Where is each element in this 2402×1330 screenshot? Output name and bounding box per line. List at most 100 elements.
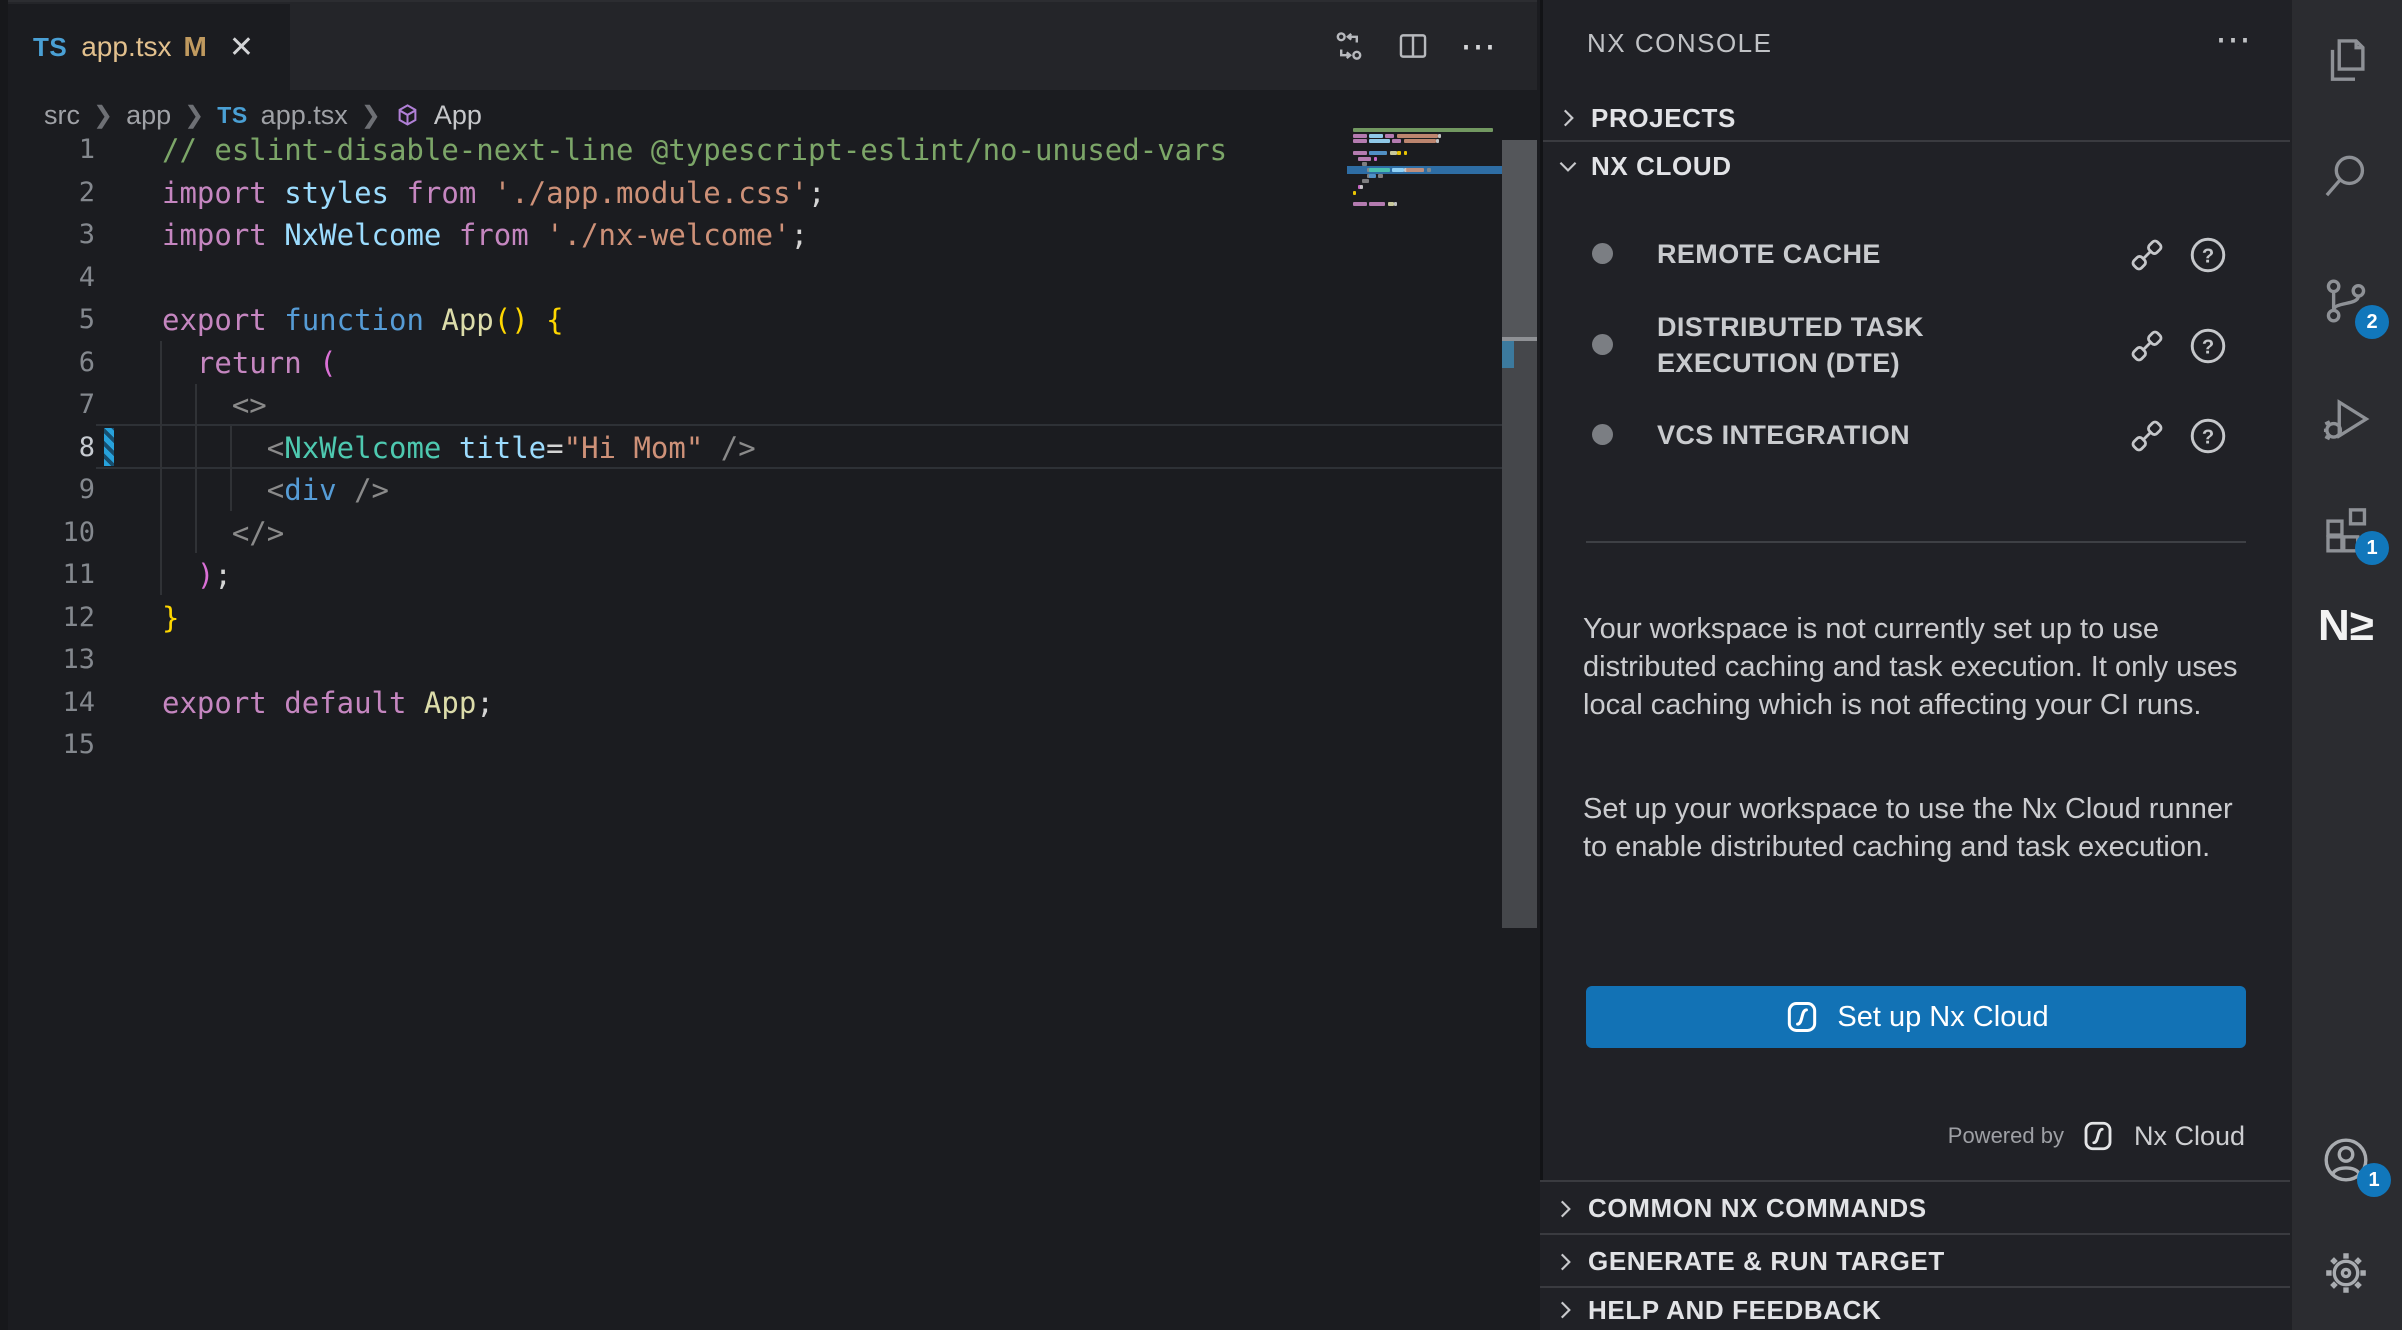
line-number[interactable]: 14 xyxy=(40,682,95,724)
setup-nx-cloud-button[interactable]: Set up Nx Cloud xyxy=(1586,986,2246,1048)
breadcrumb-src[interactable]: src xyxy=(44,100,80,131)
powered-by-label: Powered by xyxy=(1948,1123,2064,1149)
minimap-bar xyxy=(1358,157,1372,161)
line-number[interactable]: 12 xyxy=(40,597,95,639)
connect-icon[interactable] xyxy=(2126,415,2168,457)
section-common-nx-commands[interactable]: COMMON NX COMMANDS xyxy=(1540,1180,2290,1235)
help-icon[interactable]: ? xyxy=(2186,324,2230,368)
chevron-right-icon xyxy=(1552,1297,1578,1323)
code-line-8[interactable]: <NxWelcome title="Hi Mom" /> xyxy=(162,427,756,469)
minimap-bar xyxy=(1369,174,1376,178)
section-label: GENERATE & RUN TARGET xyxy=(1588,1246,1945,1277)
line-number[interactable]: 5 xyxy=(40,299,95,341)
chevron-right-icon: ❯ xyxy=(93,101,113,130)
minimap-bar xyxy=(1388,202,1395,206)
run-debug-icon[interactable] xyxy=(2319,392,2373,446)
line-number[interactable]: 3 xyxy=(40,214,95,256)
tab-app-tsx[interactable]: TS app.tsx M ✕ xyxy=(8,4,290,90)
source-control-badge: 2 xyxy=(2355,305,2389,339)
nx-cloud-brand-label: Nx Cloud xyxy=(2134,1121,2245,1152)
connect-icon[interactable] xyxy=(2126,234,2168,276)
section-label: NX CLOUD xyxy=(1591,151,1732,182)
line-number[interactable]: 9 xyxy=(40,469,95,511)
section-help-and-feedback[interactable]: HELP AND FEEDBACK xyxy=(1540,1286,2290,1330)
svg-text:?: ? xyxy=(2202,336,2214,358)
section-generate-run-target[interactable]: GENERATE & RUN TARGET xyxy=(1540,1233,2290,1288)
line-number[interactable]: 2 xyxy=(40,172,95,214)
breadcrumb-file[interactable]: app.tsx xyxy=(261,100,348,131)
minimap-bar xyxy=(1404,139,1436,143)
minimap-bar xyxy=(1362,179,1369,183)
minimap[interactable] xyxy=(1347,0,1502,420)
minimap-bar xyxy=(1353,202,1367,206)
panel-more-actions-icon[interactable]: ⋯ xyxy=(2215,18,2251,60)
section-label: HELP AND FEEDBACK xyxy=(1588,1295,1881,1326)
code-line-1[interactable]: // eslint-disable-next-line @typescript-… xyxy=(162,129,1227,171)
chevron-right-icon: ❯ xyxy=(361,101,381,130)
explorer-icon[interactable] xyxy=(2319,33,2373,87)
line-number[interactable]: 6 xyxy=(40,342,95,384)
breadcrumb-symbol-app[interactable]: App xyxy=(434,100,482,131)
minimap-bar xyxy=(1353,151,1367,155)
divider xyxy=(1586,541,2246,543)
code-line-12[interactable]: } xyxy=(162,597,179,639)
help-icon[interactable]: ? xyxy=(2186,414,2230,458)
minimap-bar xyxy=(1369,139,1390,143)
code-line-9[interactable]: <div /> xyxy=(162,469,389,511)
window-left-edge xyxy=(0,0,8,1330)
minimap-bar xyxy=(1404,151,1407,155)
section-label: PROJECTS xyxy=(1591,103,1736,134)
code-line-3[interactable]: import NxWelcome from './nx-welcome'; xyxy=(162,214,808,256)
help-icon[interactable]: ? xyxy=(2186,233,2230,277)
symbol-namespace-icon xyxy=(394,102,421,129)
typescript-file-icon: TS xyxy=(217,102,247,129)
code-line-2[interactable]: import styles from './app.module.css'; xyxy=(162,172,826,214)
minimap-bar xyxy=(1438,134,1441,138)
account-badge: 1 xyxy=(2357,1163,2391,1197)
tab-close-icon[interactable]: ✕ xyxy=(229,30,254,65)
line-number[interactable]: 10 xyxy=(40,512,95,554)
nx-console-activity-icon[interactable]: N≥ xyxy=(2319,599,2373,653)
minimap-bar xyxy=(1390,151,1397,155)
extensions-badge: 1 xyxy=(2355,531,2389,565)
powered-by: Powered by Nx Cloud xyxy=(1583,1118,2245,1154)
minimap-bar xyxy=(1392,139,1401,143)
line-number[interactable]: 15 xyxy=(40,724,95,766)
line-number[interactable]: 11 xyxy=(40,554,95,596)
minimap-slider[interactable] xyxy=(1502,140,1537,337)
line-number[interactable]: 4 xyxy=(40,257,95,299)
minimap-bar xyxy=(1353,128,1493,132)
line-number[interactable]: 1 xyxy=(40,129,95,171)
workspace-status-text: Your workspace is not currently set up t… xyxy=(1583,610,2247,724)
code-line-7[interactable]: <> xyxy=(162,384,267,426)
minimap-bar xyxy=(1427,168,1432,172)
code-line-11[interactable]: ); xyxy=(162,554,232,596)
chevron-right-icon xyxy=(1552,1249,1578,1275)
minimap-bar xyxy=(1378,174,1383,178)
chevron-right-icon xyxy=(1555,105,1581,131)
code-line-5[interactable]: export function App() { xyxy=(162,299,564,341)
setup-button-label: Set up Nx Cloud xyxy=(1837,1001,2048,1034)
overview-ruler-modified-marker xyxy=(1502,341,1514,368)
search-icon[interactable] xyxy=(2319,149,2373,203)
line-number[interactable]: 13 xyxy=(40,639,95,681)
connect-icon[interactable] xyxy=(2126,325,2168,367)
nx-cloud-icon xyxy=(1783,998,1821,1036)
breadcrumb-app[interactable]: app xyxy=(126,100,171,131)
minimap-bar xyxy=(1369,151,1387,155)
line-number[interactable]: 8 xyxy=(40,427,95,469)
code-line-6[interactable]: return ( xyxy=(162,342,337,384)
settings-gear-icon[interactable] xyxy=(2319,1246,2373,1300)
minimap-bar xyxy=(1353,191,1356,195)
section-projects[interactable]: PROJECTS xyxy=(1543,96,2293,140)
code-line-14[interactable]: export default App; xyxy=(162,682,494,724)
tab-filename: app.tsx xyxy=(81,31,171,63)
divider xyxy=(1543,140,2293,142)
cloud-item-remote-cache: REMOTE CACHE xyxy=(1657,236,2087,272)
nx-cloud-icon xyxy=(2080,1118,2116,1154)
section-nx-cloud[interactable]: NX CLOUD xyxy=(1543,143,2293,189)
code-line-10[interactable]: </> xyxy=(162,512,284,554)
cloud-item-vcs-integration: VCS INTEGRATION xyxy=(1657,417,2087,453)
line-number[interactable]: 7 xyxy=(40,384,95,426)
minimap-bar xyxy=(1397,151,1402,155)
